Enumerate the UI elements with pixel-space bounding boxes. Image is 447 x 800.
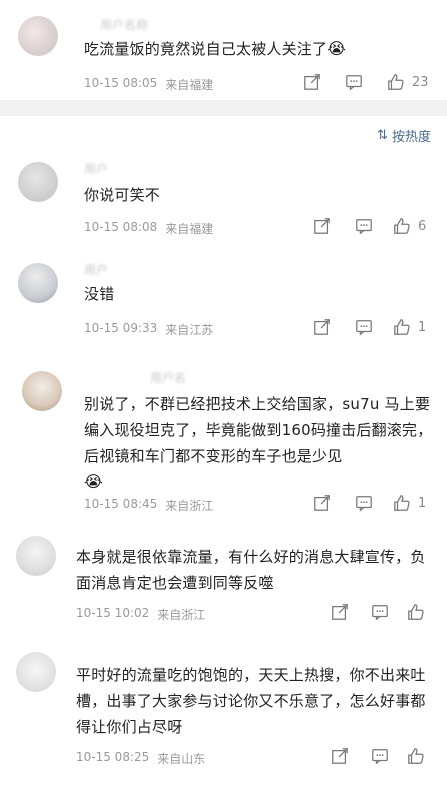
comment-time: 10-15 08:25 [76,750,150,764]
crying-emoji-icon: 😭 [84,472,103,491]
thumbs-up-icon [386,72,406,92]
list-item: 用户名 别说了，不群已经把技术上交给国家，su7u 马上要编入现役坦克了，毕竟能… [0,361,447,536]
comment-text: 别说了，不群已经把技术上交给国家，su7u 马上要编入现役坦克了，毕竟能做到16… [84,395,433,491]
comment-meta: 10-15 08:05 来自福建 [84,76,213,93]
sort-by-heat-button[interactable]: ⇅ 按热度 [377,126,431,145]
username[interactable]: 用户名 [150,369,186,386]
comment-meta: 10-15 08:08 来自福建 [84,220,213,237]
avatar[interactable] [16,536,56,576]
comment-icon[interactable] [354,493,374,513]
like-button[interactable]: 23 [386,72,429,92]
like-button[interactable]: 1 [392,317,426,337]
like-button[interactable]: 1 [392,493,426,513]
like-count: 1 [418,495,427,511]
avatar[interactable] [18,16,58,56]
like-button[interactable] [406,746,426,766]
sort-label: 按热度 [391,130,431,145]
like-button[interactable] [406,602,426,622]
comment-text: 吃流量饭的竟然说自己太被人关注了😭 [84,39,347,58]
comment-text: 你说可笑不 [84,186,161,204]
comment-text: 没错 [84,285,115,303]
comment-actions: 1 [312,317,426,337]
share-icon[interactable] [312,493,332,513]
comment-icon[interactable] [354,317,374,337]
comment-text: 本身就是很依靠流量，有什么好的消息大肆宣传，负面消息肯定也会遭到同等反噬 [76,548,426,592]
thumbs-up-icon [406,602,426,622]
top-comment: 用户名称 吃流量饭的竟然说自己太被人关注了😭 10-15 08:05 来自福建 … [0,0,447,100]
comment-meta: 10-15 08:25 来自山东 [76,750,205,767]
comment-actions [330,602,426,622]
share-icon[interactable] [330,602,350,622]
comment-time: 10-15 08:08 [84,220,158,234]
share-icon[interactable] [312,317,332,337]
comment-actions: 1 [312,493,426,513]
thumbs-up-icon [406,746,426,766]
avatar[interactable] [16,652,56,692]
share-icon[interactable] [302,72,322,92]
comment-location: 来自山东 [157,752,206,766]
comment-actions: 23 [302,72,429,92]
thumbs-up-icon [392,493,412,513]
comment-icon[interactable] [370,746,390,766]
share-icon[interactable] [330,746,350,766]
sort-icon: ⇅ [377,128,388,143]
list-item: 用户 没错 10-15 09:33 来自江苏 1 [0,251,447,361]
thumbs-up-icon [392,216,412,236]
comment-location: 来自浙江 [165,499,214,513]
share-icon[interactable] [312,216,332,236]
comment-location: 来自福建 [165,78,214,92]
comment-meta: 10-15 09:33 来自江苏 [84,321,213,338]
comment-actions [330,746,426,766]
comment-location: 来自福建 [165,222,214,236]
comment-time: 10-15 08:05 [84,76,158,90]
crying-emoji-icon: 😭 [327,39,347,58]
comment-time: 10-15 09:33 [84,321,158,335]
list-item: 本身就是很依靠流量，有什么好的消息大肆宣传，负面消息肯定也会遭到同等反噬 10-… [0,536,447,646]
thumbs-up-icon [392,317,412,337]
avatar[interactable] [18,162,58,202]
avatar[interactable] [22,371,62,411]
list-item: 用户 你说可笑不 10-15 08:08 来自福建 6 [0,154,447,251]
sort-row: ⇅ 按热度 [0,116,447,154]
username[interactable]: 用户 [84,261,108,278]
comment-text: 平时好的流量吃的饱饱的，天天上热搜，你不出来吐槽，出事了大家参与讨论你又不乐意了… [76,666,426,736]
username[interactable]: 用户名称 [100,16,148,33]
comment-meta: 10-15 10:02 来自浙江 [76,606,205,623]
comment-time: 10-15 08:45 [84,497,158,511]
comment-meta: 10-15 08:45 来自浙江 [84,497,213,514]
comment-time: 10-15 10:02 [76,606,150,620]
comment-icon[interactable] [354,216,374,236]
like-count: 23 [412,74,429,90]
avatar[interactable] [18,263,58,303]
comment-icon[interactable] [370,602,390,622]
like-button[interactable]: 6 [392,216,426,236]
comment-icon[interactable] [344,72,364,92]
like-count: 1 [418,319,427,335]
section-divider [0,100,447,116]
list-item: 平时好的流量吃的饱饱的，天天上热搜，你不出来吐槽，出事了大家参与讨论你又不乐意了… [0,646,447,790]
like-count: 6 [418,218,427,234]
username[interactable]: 用户 [84,160,108,177]
comment-actions: 6 [312,216,426,236]
comment-location: 来自浙江 [157,608,206,622]
comment-location: 来自江苏 [165,323,214,337]
